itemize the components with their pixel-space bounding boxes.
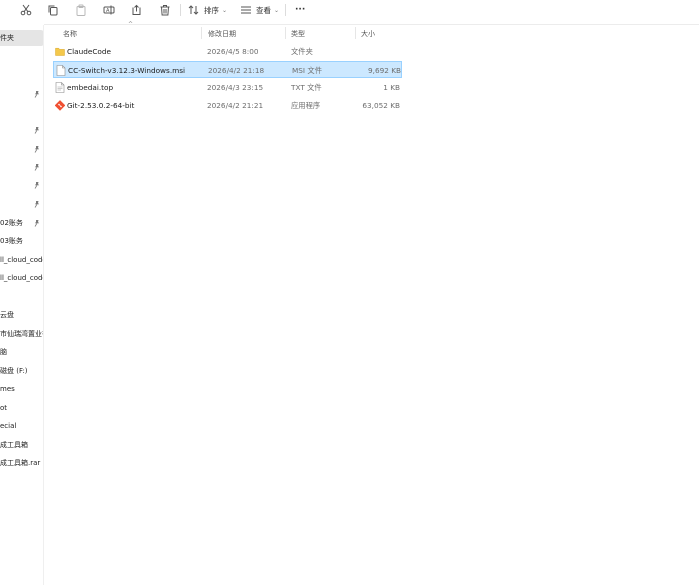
sidebar-item[interactable]: [0, 196, 43, 212]
sidebar-item[interactable]: [0, 86, 43, 102]
sidebar-item-label: 磁盘 (F:): [0, 367, 28, 375]
git-app-icon: [55, 100, 65, 111]
sort-label: 排序: [204, 5, 219, 15]
file-name: Git-2.53.0.2-64-bit: [67, 101, 135, 110]
sidebar-item[interactable]: 03账务: [0, 233, 43, 249]
copy-icon[interactable]: [47, 2, 59, 18]
view-label: 查看: [256, 5, 271, 15]
pin-icon: [34, 182, 40, 189]
file-date: 2026/4/2 21:18: [208, 66, 265, 75]
sidebar-item-label: mes: [0, 385, 15, 393]
sidebar-item[interactable]: 云盘: [0, 307, 43, 323]
sidebar-item[interactable]: 市仙瑞湾置业有: [0, 326, 43, 342]
chevron-down-icon: ⌄: [274, 6, 280, 14]
share-icon[interactable]: [131, 2, 143, 18]
sidebar-item[interactable]: ot: [0, 400, 43, 416]
sidebar-item[interactable]: ecial: [0, 418, 43, 434]
cut-icon[interactable]: [20, 2, 32, 18]
command-bar: A 排序 ⌄ 查看 ⌄ ···: [0, 0, 699, 20]
pin-icon: [34, 127, 40, 134]
view-button[interactable]: 查看 ⌄: [240, 2, 279, 18]
pin-icon: [34, 164, 40, 171]
sidebar-item-label: 件夹: [0, 34, 14, 42]
column-divider[interactable]: [201, 27, 202, 39]
sidebar-item[interactable]: [0, 141, 43, 157]
sidebar-item[interactable]: 成工具箱: [0, 437, 43, 453]
column-divider[interactable]: [285, 27, 286, 39]
file-type: 应用程序: [291, 101, 321, 110]
sidebar-item[interactable]: [0, 215, 43, 231]
sidebar-item[interactable]: ll_cloud_code: [0, 252, 44, 268]
more-options-button[interactable]: ···: [295, 2, 305, 18]
file-name: embedai.top: [67, 83, 114, 92]
sidebar-item[interactable]: 成工具箱.rar: [0, 455, 43, 471]
toolbar-separator: [180, 4, 181, 16]
sidebar-item-label: 脑: [0, 348, 7, 356]
file-row-selected[interactable]: CC-Switch-v3.12.3-Windows.msi 2026/4/2 2…: [53, 61, 402, 78]
sort-button[interactable]: 排序 ⌄: [188, 2, 227, 18]
toolbar-separator: [285, 4, 286, 16]
sidebar-item-label: ot: [0, 404, 8, 412]
sidebar-item[interactable]: ll_cloud_code: [0, 270, 44, 286]
view-icon: [241, 6, 251, 14]
chevron-down-icon: ⌄: [222, 6, 228, 14]
column-header-date[interactable]: 修改日期: [208, 29, 236, 39]
sidebar-item[interactable]: 磁盘 (F:): [0, 363, 43, 379]
sidebar-item[interactable]: [0, 159, 43, 175]
sidebar-item-label: 成工具箱: [0, 441, 28, 449]
file-name: CC-Switch-v3.12.3-Windows.msi: [68, 66, 186, 75]
svg-text:A: A: [106, 8, 110, 14]
folder-icon: [55, 47, 65, 56]
sidebar-item[interactable]: 件夹: [0, 30, 43, 46]
msi-file-icon: [56, 65, 66, 76]
sidebar-item-label: 市仙瑞湾置业有: [0, 330, 43, 338]
file-date: 2026/4/5 8:00: [207, 47, 259, 56]
toolbar-divider: [44, 24, 699, 25]
file-row[interactable]: Git-2.53.0.2-64-bit 2026/4/2 21:21 应用程序 …: [53, 97, 402, 114]
sidebar-item-label: 03账务: [0, 237, 23, 245]
sidebar-item[interactable]: [0, 177, 43, 193]
sidebar-item-label: 成工具箱.rar: [0, 459, 41, 467]
sidebar-item[interactable]: mes: [0, 381, 43, 397]
file-type: 文件夹: [291, 47, 313, 56]
text-file-icon: [55, 82, 65, 93]
sort-ascending-icon: ^: [128, 21, 134, 28]
sidebar-item-label: ll_cloud_code: [0, 256, 44, 264]
pin-icon: [34, 146, 40, 153]
file-date: 2026/4/2 21:21: [207, 101, 264, 110]
rename-icon[interactable]: A: [103, 2, 115, 18]
column-divider[interactable]: [355, 27, 356, 39]
sidebar-item[interactable]: 脑: [0, 344, 43, 360]
navigation-pane: 件夹 02账务 03账务 ll_cloud_code ll_cloud_code…: [0, 25, 44, 585]
column-header-type[interactable]: 类型: [291, 29, 305, 39]
file-date: 2026/4/3 23:15: [207, 83, 264, 92]
pin-icon: [34, 201, 40, 208]
sidebar-item-label: 云盘: [0, 311, 14, 319]
column-header-name[interactable]: 名称: [63, 29, 77, 39]
file-row[interactable]: embedai.top 2026/4/3 23:15 TXT 文件 1 KB: [53, 79, 402, 96]
file-row[interactable]: ClaudeCode 2026/4/5 8:00 文件夹: [53, 43, 402, 60]
file-size: 63,052 KB: [362, 101, 400, 110]
pin-icon: [34, 91, 40, 98]
delete-icon[interactable]: [159, 2, 171, 18]
file-name: ClaudeCode: [67, 47, 112, 56]
file-size: 1 KB: [383, 83, 400, 92]
sort-icon: [188, 5, 199, 15]
sidebar-item-label: ecial: [0, 422, 17, 430]
paste-icon[interactable]: [75, 2, 87, 18]
column-header-size[interactable]: 大小: [361, 29, 375, 39]
file-size: 9,692 KB: [368, 66, 401, 75]
file-type: MSI 文件: [292, 66, 322, 75]
sidebar-item[interactable]: [0, 122, 43, 138]
sidebar-item-label: ll_cloud_code: [0, 274, 44, 282]
file-type: TXT 文件: [291, 83, 322, 92]
